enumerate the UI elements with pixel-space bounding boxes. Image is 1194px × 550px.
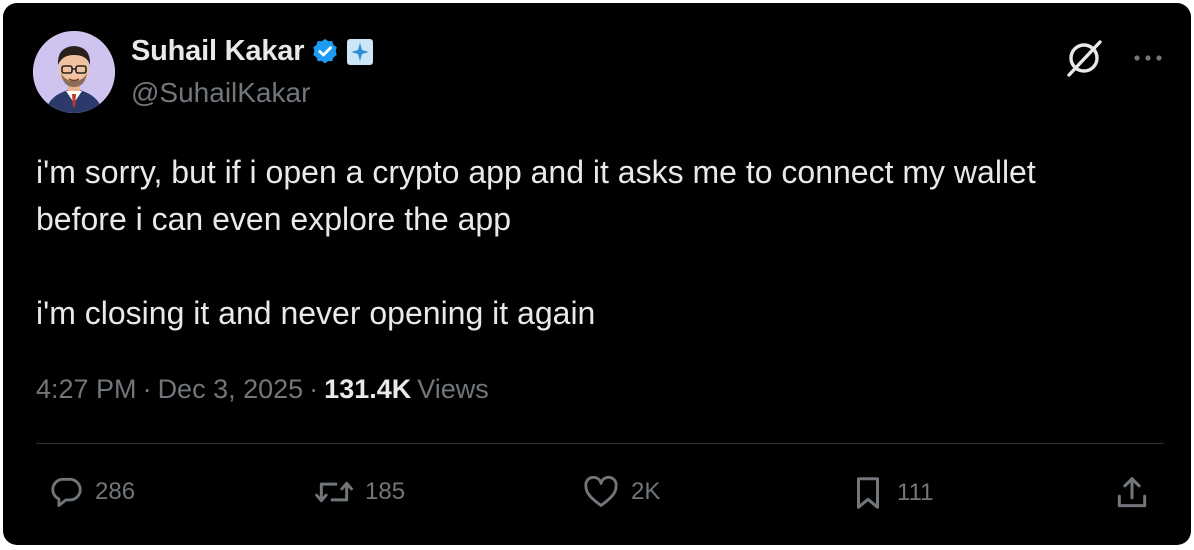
- author-name[interactable]: Suhail Kakar: [131, 35, 304, 68]
- divider: [36, 443, 1164, 444]
- tweet-time[interactable]: 4:27 PM: [36, 374, 137, 405]
- tweet-text-line: before i can even explore the app: [36, 201, 511, 237]
- verified-badge-icon: [310, 37, 340, 67]
- repost-button[interactable]: 185: [313, 473, 405, 511]
- avatar[interactable]: [33, 31, 115, 113]
- more-dots-icon[interactable]: [1133, 53, 1163, 63]
- tweet-text: i'm sorry, but if i open a crypto app an…: [36, 149, 1156, 337]
- tweet-meta: 4:27 PM · Dec 3, 2025 · 131.4K Views: [36, 374, 489, 405]
- tweet-text-line: i'm closing it and never opening it agai…: [36, 295, 596, 331]
- bookmark-icon: [849, 473, 887, 513]
- repost-arrows-icon: [313, 473, 355, 511]
- like-button[interactable]: 2K: [581, 473, 660, 511]
- header-actions: [1063, 37, 1163, 79]
- bookmark-button[interactable]: 111: [849, 473, 933, 513]
- tweet-card: Suhail Kakar @SuhailKakar i'm sorry, but…: [3, 3, 1191, 545]
- reply-button[interactable]: 286: [47, 473, 135, 511]
- share-button[interactable]: [1113, 473, 1151, 513]
- tweet-text-line: i'm sorry, but if i open a crypto app an…: [36, 154, 1036, 190]
- repost-count: 185: [365, 478, 406, 505]
- heart-icon: [581, 473, 621, 511]
- meta-separator: ·: [142, 374, 152, 404]
- speech-bubble-icon: [47, 473, 85, 511]
- affiliate-badge-icon: [346, 38, 374, 66]
- like-count: 2K: [631, 478, 661, 505]
- author-name-row: Suhail Kakar: [131, 35, 374, 68]
- meta-separator: ·: [309, 374, 319, 404]
- views-count: 131.4K: [324, 374, 412, 404]
- tweet-date[interactable]: Dec 3, 2025: [158, 374, 304, 405]
- share-upload-icon: [1113, 473, 1151, 513]
- reply-count: 286: [95, 478, 136, 505]
- bookmark-count: 111: [897, 479, 934, 506]
- author-handle[interactable]: @SuhailKakar: [131, 77, 310, 109]
- action-bar: 286 185 2K 111: [47, 473, 1167, 519]
- grok-icon[interactable]: [1063, 37, 1105, 79]
- views-label: Views: [417, 374, 489, 404]
